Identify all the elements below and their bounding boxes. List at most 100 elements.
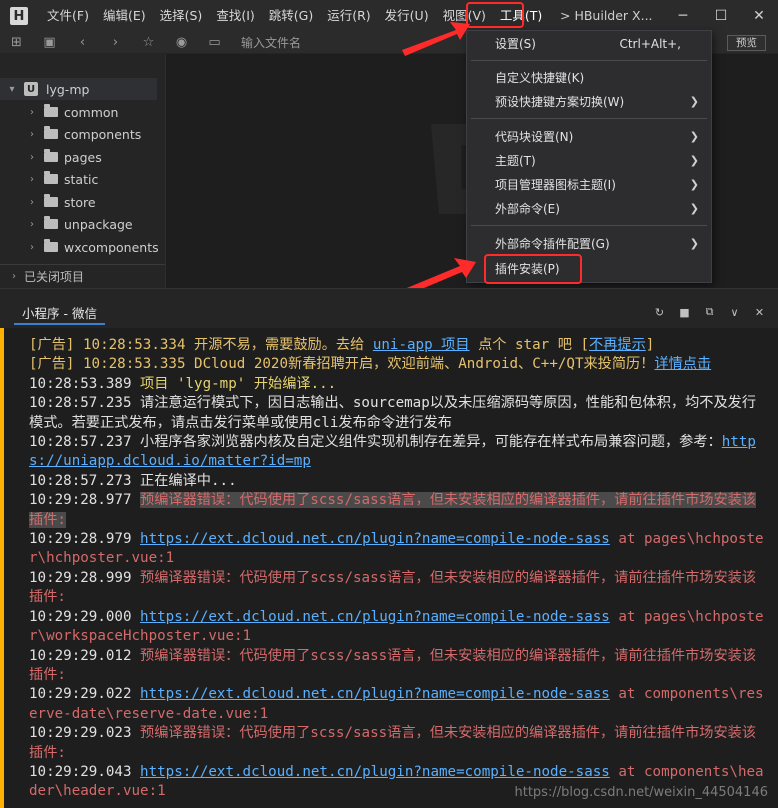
folder-icon <box>44 149 58 162</box>
uniapp-project-icon: U <box>24 82 38 96</box>
star-icon[interactable]: ☆ <box>132 32 165 54</box>
project-root[interactable]: ▾ U lyg-mp <box>0 78 157 100</box>
menu-publish[interactable]: 发行(U) <box>378 0 436 32</box>
menu-item-label: 自定义快捷键(K) <box>495 71 585 85</box>
chevron-right-icon: ❯ <box>689 95 699 108</box>
plugin-link[interactable]: https://ext.dcloud.net.cn/plugin?name=co… <box>140 764 610 780</box>
maximize-icon[interactable]: ☐ <box>702 0 740 32</box>
csdn-watermark: https://blog.csdn.net/weixin_44504146 <box>514 785 768 800</box>
menu-file[interactable]: 文件(F) <box>40 0 96 32</box>
file-search-input[interactable] <box>241 35 421 50</box>
menu-divider <box>471 225 707 226</box>
folder-icon <box>44 239 58 252</box>
menu-item-label: 外部命令(E) <box>495 202 560 216</box>
chevron-right-icon: › <box>12 271 16 282</box>
chevron-right-icon: › <box>30 196 34 208</box>
background-window-edge <box>0 328 4 808</box>
menu-item-label: 项目管理器图标主题(I) <box>495 178 616 192</box>
chevron-right-icon: › <box>30 218 34 230</box>
folder-label: store <box>64 194 96 210</box>
browser-icon[interactable]: ▭ <box>198 32 231 54</box>
log-line: [广告] 10:28:53.335 DCloud 2020新春招聘开启，欢迎前端… <box>29 356 712 373</box>
menu-select[interactable]: 选择(S) <box>153 0 210 32</box>
chevron-right-icon: › <box>30 151 34 163</box>
menu-goto[interactable]: 跳转(G) <box>262 0 320 32</box>
log-line-error: 10:29:29.012 预编译器错误：代码使用了scss/sass语言，但未安… <box>29 647 757 683</box>
plugin-link[interactable]: https://ext.dcloud.net.cn/plugin?name=co… <box>140 686 610 702</box>
close-icon[interactable]: ✕ <box>740 0 778 32</box>
project-name: lyg-mp <box>46 81 90 97</box>
chevron-right-icon: › <box>30 173 34 185</box>
folder-label: static <box>64 171 99 187</box>
log-line: 10:29:28.979 https://ext.dcloud.net.cn/p… <box>29 531 764 567</box>
folder-label: unpackage <box>64 216 133 232</box>
new-file-icon[interactable]: ⊞ <box>0 32 33 54</box>
folder-icon <box>44 104 58 117</box>
forward-icon[interactable]: › <box>99 32 132 54</box>
folder-pages[interactable]: › pages <box>0 146 102 168</box>
folder-wxcomponents[interactable]: › wxcomponents <box>0 236 159 258</box>
open-external-icon[interactable]: ⧉ <box>697 303 722 321</box>
log-line: 10:28:57.273 正在编译中... <box>29 472 237 489</box>
chevron-right-icon: › <box>30 241 34 253</box>
back-icon[interactable]: ‹ <box>66 32 99 54</box>
plugin-install-highlight <box>484 254 582 284</box>
menu-item-external-command-config[interactable]: 外部命令插件配置(G) ❯ <box>467 232 711 255</box>
folder-icon <box>44 194 58 207</box>
menu-item-label: 预设快捷键方案切换(W) <box>495 95 625 109</box>
uniapp-project-link[interactable]: uni-app 项目 <box>373 337 470 353</box>
console-tab-wechat[interactable]: 小程序 - 微信 <box>14 303 105 325</box>
stop-icon[interactable]: ■ <box>672 303 697 321</box>
folder-unpackage[interactable]: › unpackage <box>0 213 133 235</box>
folder-common[interactable]: › common <box>0 101 118 123</box>
dismiss-ad-link[interactable]: 不再提示 <box>589 337 646 353</box>
window-title-text: HBuilder X... <box>574 8 653 23</box>
close-icon[interactable]: ✕ <box>747 303 772 321</box>
tools-menu-highlight <box>466 2 524 28</box>
menu-item-settings[interactable]: 设置(S) Ctrl+Alt+, <box>467 32 711 55</box>
folder-store[interactable]: › store <box>0 191 96 213</box>
menu-item-custom-shortcuts[interactable]: 自定义快捷键(K) <box>467 66 711 89</box>
folder-components[interactable]: › components <box>0 123 141 145</box>
menu-item-external-commands[interactable]: 外部命令(E) ❯ <box>467 197 711 220</box>
folder-label: wxcomponents <box>64 239 159 255</box>
menu-edit[interactable]: 编辑(E) <box>96 0 153 32</box>
project-explorer: ▾ U lyg-mp › common › components › pages › s… <box>0 54 165 288</box>
menu-item-theme[interactable]: 主题(T) ❯ <box>467 149 711 172</box>
menu-item-keymap-switch[interactable]: 预设快捷键方案切换(W) ❯ <box>467 90 711 113</box>
folder-icon <box>44 126 58 139</box>
minimize-icon[interactable]: ─ <box>664 0 702 32</box>
save-icon[interactable]: ▣ <box>33 32 66 54</box>
hbuilder-logo-icon: H <box>10 7 28 25</box>
log-line-error: 10:29:28.977 预编译器错误：代码使用了scss/sass语言，但未安… <box>29 492 757 528</box>
recruit-details-link[interactable]: 详情点击 <box>654 356 711 372</box>
chevron-right-icon: ❯ <box>689 237 699 250</box>
restart-icon[interactable]: ↻ <box>647 303 672 321</box>
closed-projects[interactable]: › 已关闭项目 <box>0 264 165 288</box>
tools-menu: 设置(S) Ctrl+Alt+, 自定义快捷键(K) 预设快捷键方案切换(W) ❯ … <box>466 30 712 283</box>
console-output: [广告] 10:28:53.334 开源不易，需要鼓励。去给 uni-app 项… <box>0 328 778 808</box>
menu-bar: H 文件(F) 编辑(E) 选择(S) 查找(I) 跳转(G) 运行(R) 发行… <box>0 0 778 32</box>
plugin-link[interactable]: https://ext.dcloud.net.cn/plugin?name=co… <box>140 531 610 547</box>
run-icon[interactable]: ◉ <box>165 32 198 54</box>
menu-item-icon-theme[interactable]: 项目管理器图标主题(I) ❯ <box>467 173 711 196</box>
log-line: 10:28:53.389 项目 'lyg-mp' 开始编译... <box>29 375 337 392</box>
log-line-error: 10:29:28.999 预编译器错误：代码使用了scss/sass语言，但未安… <box>29 569 757 606</box>
folder-label: common <box>64 104 119 120</box>
chevron-down-icon[interactable]: ∨ <box>722 303 747 321</box>
menu-find[interactable]: 查找(I) <box>209 0 261 32</box>
log-line: 10:29:29.000 https://ext.dcloud.net.cn/p… <box>29 608 764 645</box>
preview-button[interactable]: 预览 <box>727 35 766 51</box>
window-title: > HBuilder X... <box>560 0 653 32</box>
chevron-right-icon: ❯ <box>689 130 699 143</box>
plugin-link[interactable]: https://ext.dcloud.net.cn/plugin?name=co… <box>140 609 610 625</box>
log-line: 10:29:29.022 https://ext.dcloud.net.cn/p… <box>29 686 764 722</box>
menu-item-snippets[interactable]: 代码块设置(N) ❯ <box>467 125 711 148</box>
folder-label: components <box>64 126 142 142</box>
chevron-right-icon: › <box>30 128 34 140</box>
folder-static[interactable]: › static <box>0 168 98 190</box>
chevron-right-icon: ❯ <box>689 154 699 167</box>
menu-item-label: 主题(T) <box>495 154 536 168</box>
closed-projects-label: 已关闭项目 <box>24 270 85 284</box>
menu-run[interactable]: 运行(R) <box>320 0 377 32</box>
